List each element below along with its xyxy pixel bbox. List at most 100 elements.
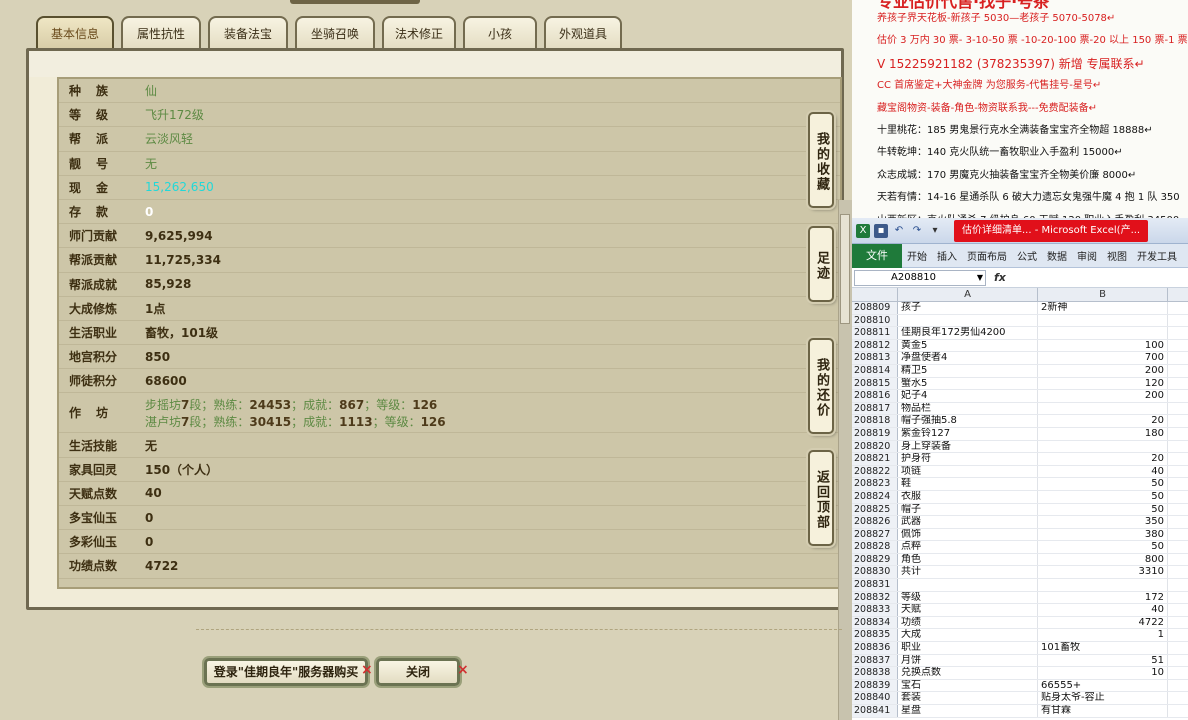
cell-a[interactable]: 紫金铃127 (898, 427, 1038, 440)
row-number[interactable]: 208812 (852, 339, 898, 352)
cell-a[interactable]: 套装 (898, 692, 1038, 704)
column-header-b[interactable]: B (1038, 288, 1168, 301)
cell-b[interactable] (1038, 327, 1168, 339)
name-box[interactable]: A208810 ▼ (854, 269, 986, 286)
cell-a[interactable]: 帽子强抽5.8 (898, 415, 1038, 427)
cell-b[interactable]: 180 (1038, 427, 1168, 440)
tab-6[interactable]: 小孩 (463, 16, 537, 50)
cell-a[interactable]: 共计 (898, 566, 1038, 579)
row-number[interactable]: 208828 (852, 541, 898, 553)
row-number[interactable]: 208810 (852, 314, 898, 327)
chevron-down-icon[interactable]: ▼ (977, 271, 983, 285)
cell-b[interactable]: 贴身太爷-容止 (1038, 692, 1168, 704)
cell-b[interactable]: 50 (1038, 478, 1168, 490)
cell-a[interactable]: 角色 (898, 553, 1038, 566)
cell-b[interactable]: 1 (1038, 629, 1168, 642)
ribbon-tab[interactable]: 审阅 (1072, 248, 1102, 263)
row-number[interactable]: 208820 (852, 440, 898, 453)
cell-a[interactable]: 精卫5 (898, 364, 1038, 377)
row-number[interactable]: 208824 (852, 490, 898, 503)
cell-b[interactable] (1038, 579, 1168, 591)
row-number[interactable]: 208837 (852, 654, 898, 667)
cell-b[interactable]: 2新神 (1038, 302, 1168, 314)
tab-7[interactable]: 外观道具 (544, 16, 622, 50)
cell-a[interactable]: 点粹 (898, 541, 1038, 553)
cell-b[interactable]: 4722 (1038, 616, 1168, 629)
cell-b[interactable]: 700 (1038, 352, 1168, 364)
cell-a[interactable]: 身上穿装备 (898, 440, 1038, 453)
row-number[interactable]: 208815 (852, 377, 898, 390)
cell-a[interactable]: 宝石 (898, 679, 1038, 692)
ribbon-tab[interactable]: 开发工具 (1132, 248, 1182, 263)
redo-icon[interactable]: ↷ (910, 224, 924, 238)
cell-a[interactable]: 鞋 (898, 478, 1038, 490)
row-number[interactable]: 208840 (852, 692, 898, 704)
cell-a[interactable]: 天赋 (898, 604, 1038, 616)
login-buy-button[interactable]: 登录"佳期良年"服务器购买 (204, 658, 368, 686)
row-number[interactable]: 208836 (852, 642, 898, 654)
cell-a[interactable] (898, 314, 1038, 327)
cell-a[interactable]: 帽子 (898, 503, 1038, 516)
cell-b[interactable]: 40 (1038, 465, 1168, 478)
cell-a[interactable]: 孩子 (898, 302, 1038, 314)
cell-b[interactable]: 200 (1038, 390, 1168, 402)
ribbon-tab[interactable]: 公式 (1012, 248, 1042, 263)
cell-b[interactable]: 20 (1038, 415, 1168, 427)
row-number[interactable]: 208839 (852, 679, 898, 692)
cell-a[interactable]: 佩饰 (898, 528, 1038, 541)
ribbon-tab[interactable]: 页面布局 (962, 248, 1012, 263)
cell-b[interactable]: 10 (1038, 667, 1168, 679)
tab-2[interactable]: 属性抗性 (121, 16, 201, 50)
cell-b[interactable]: 172 (1038, 591, 1168, 604)
cell-b[interactable]: 50 (1038, 503, 1168, 516)
side-button-4[interactable]: 返回顶部 (808, 450, 834, 546)
cell-a[interactable]: 蟹水5 (898, 377, 1038, 390)
row-number[interactable]: 208825 (852, 503, 898, 516)
tab-1[interactable]: 基本信息 (36, 16, 114, 50)
cell-a[interactable]: 职业 (898, 642, 1038, 654)
row-number[interactable]: 208834 (852, 616, 898, 629)
row-number[interactable]: 208841 (852, 705, 898, 717)
save-icon[interactable]: ▪ (874, 223, 888, 238)
cell-a[interactable]: 兑换点数 (898, 667, 1038, 679)
cell-a[interactable]: 功绩 (898, 616, 1038, 629)
cell-b[interactable]: 101畜牧 (1038, 642, 1168, 654)
row-number[interactable]: 208809 (852, 302, 898, 314)
row-number[interactable]: 208829 (852, 553, 898, 566)
column-header-a[interactable]: A (898, 288, 1038, 301)
cell-a[interactable]: 佳期良年172男仙4200 (898, 327, 1038, 339)
cell-a[interactable]: 等级 (898, 591, 1038, 604)
cell-b[interactable] (1038, 402, 1168, 415)
cell-b[interactable]: 3310 (1038, 566, 1168, 579)
cell-b[interactable]: 120 (1038, 377, 1168, 390)
row-number[interactable]: 208821 (852, 453, 898, 465)
cell-b[interactable]: 50 (1038, 490, 1168, 503)
side-button-2[interactable]: 足迹 (808, 226, 834, 302)
row-number[interactable]: 208835 (852, 629, 898, 642)
cell-b[interactable] (1038, 314, 1168, 327)
row-number[interactable]: 208814 (852, 364, 898, 377)
scrollbar-thumb[interactable] (840, 214, 850, 324)
side-button-1[interactable]: 我的收藏 (808, 112, 834, 208)
cell-a[interactable]: 物品栏 (898, 402, 1038, 415)
cell-a[interactable]: 黄金5 (898, 339, 1038, 352)
select-all-corner[interactable] (852, 288, 898, 301)
cell-b[interactable]: 66555+ (1038, 679, 1168, 692)
row-number[interactable]: 208832 (852, 591, 898, 604)
cell-a[interactable]: 净盘使者4 (898, 352, 1038, 364)
cell-a[interactable]: 月饼 (898, 654, 1038, 667)
row-number[interactable]: 208818 (852, 415, 898, 427)
row-number[interactable]: 208827 (852, 528, 898, 541)
cell-b[interactable] (1038, 440, 1168, 453)
side-button-3[interactable]: 我的还价 (808, 338, 834, 434)
cell-a[interactable]: 星盘 (898, 705, 1038, 717)
tab-file[interactable]: 文件 (852, 243, 902, 268)
cell-b[interactable]: 50 (1038, 541, 1168, 553)
cell-b[interactable]: 200 (1038, 364, 1168, 377)
cell-a[interactable]: 武器 (898, 516, 1038, 528)
cell-b[interactable]: 100 (1038, 339, 1168, 352)
undo-icon[interactable]: ↶ (892, 224, 906, 238)
row-number[interactable]: 208838 (852, 667, 898, 679)
row-number[interactable]: 208817 (852, 402, 898, 415)
ribbon-tab[interactable]: 数据 (1042, 248, 1072, 263)
